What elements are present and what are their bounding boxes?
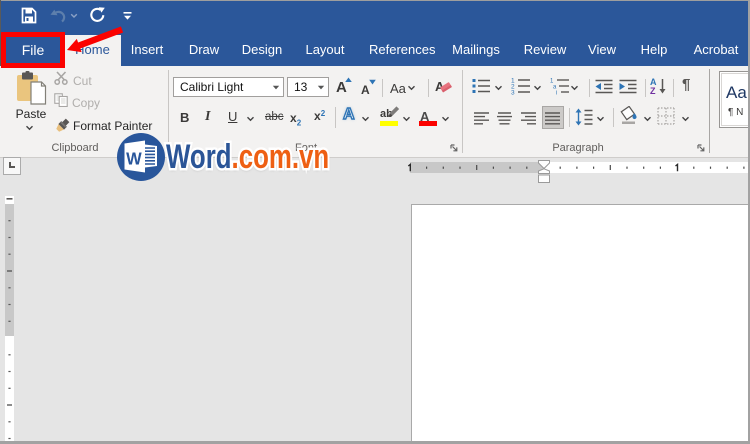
svg-text:W: W <box>126 149 142 168</box>
svg-text:3: 3 <box>511 90 515 96</box>
svg-text:i: i <box>556 91 557 96</box>
svg-text:Z: Z <box>650 86 656 95</box>
